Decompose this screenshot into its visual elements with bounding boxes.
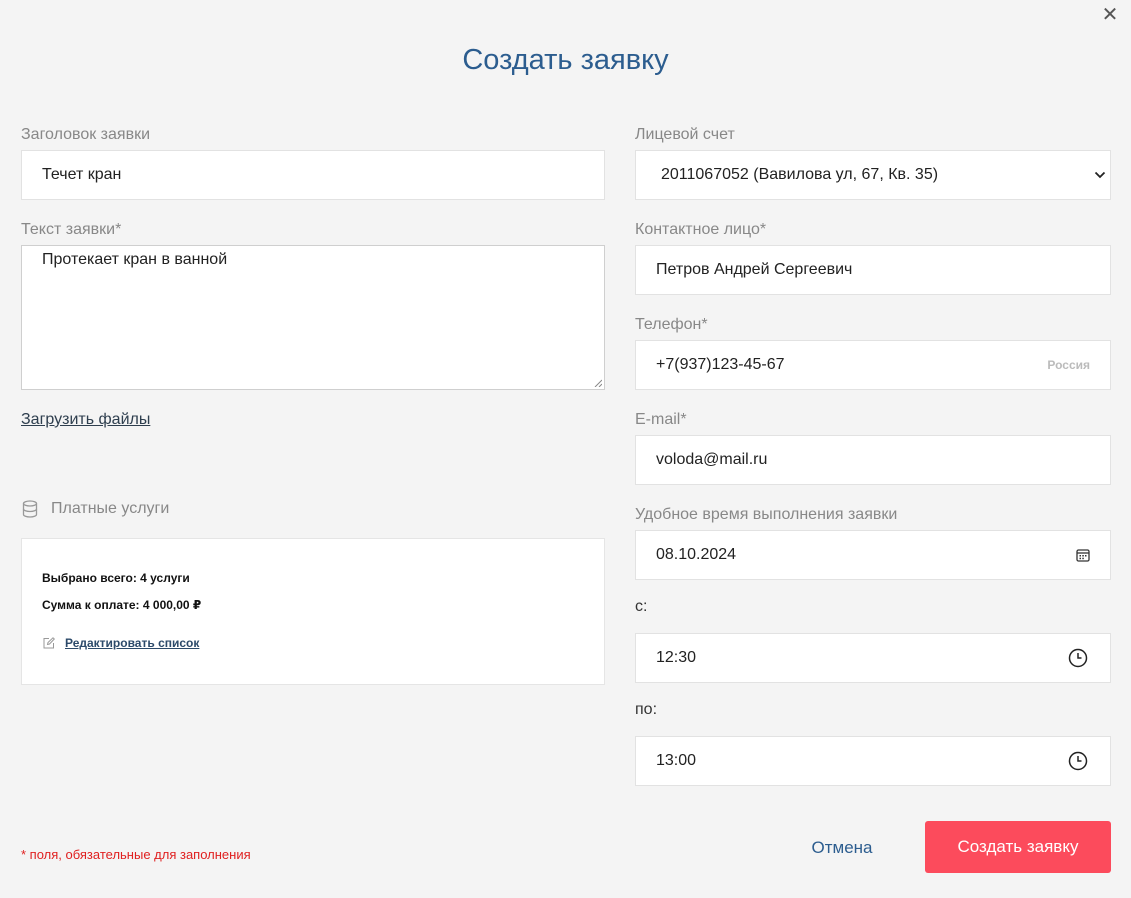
time-from-label: с: (635, 598, 648, 615)
request-title-label: Заголовок заявки (21, 126, 151, 143)
request-text-label: Текст заявки* (21, 221, 122, 238)
services-selected-total: Выбрано всего: 4 услуги (42, 571, 190, 585)
email-input[interactable]: voloda@mail.ru (635, 435, 1111, 485)
time-from-input[interactable]: 12:30 (635, 633, 1111, 683)
paid-services-box: Выбрано всего: 4 услуги Сумма к оплате: … (21, 538, 605, 685)
request-text-textarea[interactable]: Протекает кран в ванной (21, 245, 605, 390)
resize-grip-icon[interactable] (594, 379, 602, 387)
email-label: E-mail* (635, 411, 687, 428)
time-to-value: 13:00 (656, 752, 697, 769)
create-request-button[interactable]: Создать заявку (925, 821, 1111, 873)
contact-value: Петров Андрей Сергеевич (656, 261, 853, 278)
request-title-value: Течет кран (42, 166, 122, 183)
request-text-value: Протекает кран в ванной (42, 251, 228, 268)
chevron-down-icon (1094, 171, 1106, 179)
account-value: 2011067052 (Вавилова ул, 67, Кв. 35) (661, 166, 939, 183)
phone-value: +7(937)123-45-67 (656, 356, 785, 373)
time-from-value: 12:30 (656, 649, 697, 666)
contact-input[interactable]: Петров Андрей Сергеевич (635, 245, 1111, 295)
time-to-label: по: (635, 701, 658, 718)
edit-icon (43, 637, 55, 649)
phone-input[interactable]: +7(937)123-45-67 Россия (635, 340, 1111, 390)
time-to-input[interactable]: 13:00 (635, 736, 1111, 786)
paid-services-header: Платные услуги (22, 500, 169, 518)
database-icon (22, 500, 38, 518)
upload-files-link[interactable]: Загрузить файлы (21, 411, 150, 429)
phone-label: Телефон* (635, 316, 708, 333)
edit-services-link[interactable]: Редактировать список (65, 636, 199, 650)
clock-icon[interactable] (1068, 751, 1088, 771)
account-select[interactable]: 2011067052 (Вавилова ул, 67, Кв. 35) (635, 150, 1111, 200)
clock-icon[interactable] (1068, 648, 1088, 668)
preferred-time-label: Удобное время выполнения заявки (635, 506, 898, 523)
request-title-input[interactable]: Течет кран (21, 150, 605, 200)
phone-country: Россия (1047, 358, 1090, 372)
calendar-icon[interactable] (1076, 548, 1090, 562)
create-request-dialog: ✕ Создать заявку Заголовок заявки Течет … (0, 0, 1131, 898)
paid-services-label: Платные услуги (51, 500, 170, 517)
account-label: Лицевой счет (635, 126, 735, 143)
close-icon[interactable]: ✕ (1099, 4, 1121, 26)
edit-services-row[interactable]: Редактировать список (43, 636, 199, 650)
services-amount-due: Сумма к оплате: 4 000,00 ₽ (42, 598, 202, 612)
email-value: voloda@mail.ru (656, 451, 768, 468)
cancel-button[interactable]: Отмена (790, 834, 894, 862)
dialog-title: Создать заявку (462, 44, 669, 76)
date-input[interactable]: 08.10.2024 (635, 530, 1111, 580)
contact-label: Контактное лицо* (635, 221, 767, 238)
required-fields-note: * поля, обязательные для заполнения (21, 847, 251, 862)
date-value: 08.10.2024 (656, 546, 737, 563)
